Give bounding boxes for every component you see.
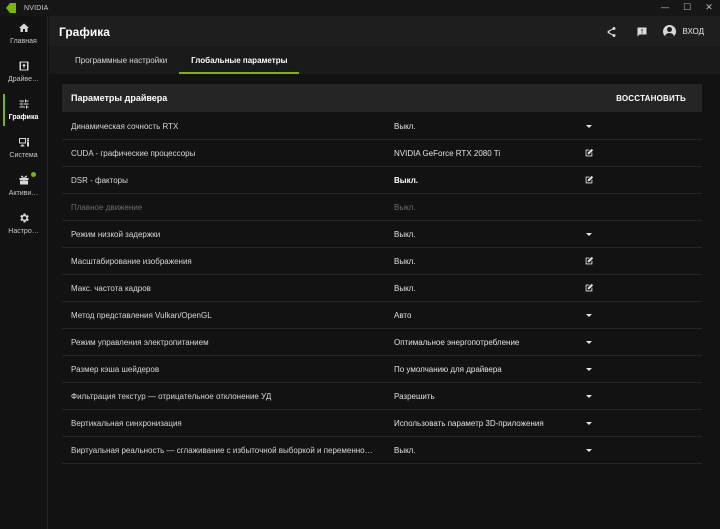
tab-program-settings[interactable]: Программные настройки: [63, 47, 179, 74]
settings-row[interactable]: Виртуальная реальность — сглаживание с и…: [62, 437, 702, 464]
setting-label: Вертикальная синхронизация: [71, 418, 182, 428]
sidebar-item-activities[interactable]: Активи…: [0, 168, 47, 205]
chevron-down-icon[interactable]: [582, 227, 596, 241]
gift-icon: [17, 173, 31, 187]
settings-row: Плавное движение Выкл.: [62, 194, 702, 221]
setting-value[interactable]: Разрешить: [394, 392, 435, 401]
title-bar: NVIDIA — ☐ ✕: [0, 0, 720, 16]
setting-label: DSR - факторы: [71, 175, 128, 185]
setting-value: Выкл.: [394, 202, 416, 212]
setting-value[interactable]: Оптимальное энергопотребление: [394, 338, 519, 347]
setting-value[interactable]: По умолчанию для драйвера: [394, 365, 502, 374]
setting-value[interactable]: Выкл.: [394, 284, 416, 293]
login-button[interactable]: ВХОД: [682, 27, 704, 36]
avatar[interactable]: [663, 25, 677, 38]
setting-label: Режим низкой задержки: [71, 229, 161, 239]
gear-icon: [17, 211, 31, 225]
driver-icon: [17, 59, 31, 73]
restore-button[interactable]: ВОССТАНОВИТЬ: [616, 84, 686, 112]
sidebar-item-system[interactable]: Система: [0, 130, 47, 167]
setting-value[interactable]: Авто: [394, 311, 411, 320]
setting-value[interactable]: Выкл.: [394, 446, 416, 455]
settings-row[interactable]: CUDA - графические процессоры NVIDIA GeF…: [62, 140, 702, 167]
settings-row[interactable]: DSR - факторы Выкл.: [62, 167, 702, 194]
window-controls: — ☐ ✕: [654, 0, 720, 16]
driver-settings-header: Параметры драйвера ВОССТАНОВИТЬ: [62, 84, 702, 112]
page-title: Графика: [59, 24, 110, 39]
settings-row[interactable]: Режим низкой задержки Выкл.: [62, 221, 702, 248]
settings-row[interactable]: Размер кэша шейдеров По умолчанию для др…: [62, 356, 702, 383]
maximize-button[interactable]: ☐: [676, 0, 698, 16]
header-actions: ВХОД: [587, 16, 704, 47]
main-content: Параметры драйвера ВОССТАНОВИТЬ Динамиче…: [49, 74, 720, 529]
sidebar-item-drivers[interactable]: Драйве…: [0, 54, 47, 91]
chevron-down-icon[interactable]: [582, 416, 596, 430]
sidebar-item-label: Система: [9, 152, 38, 159]
settings-row[interactable]: Масштабирование изображения Выкл.: [62, 248, 702, 275]
edit-icon[interactable]: [582, 281, 596, 295]
chevron-down-icon[interactable]: [582, 119, 596, 133]
sidebar-item-graphics[interactable]: Графика: [0, 92, 47, 129]
chevron-down-icon[interactable]: [582, 443, 596, 457]
share-icon[interactable]: [604, 25, 618, 39]
sidebar-item-label: Графика: [8, 114, 39, 121]
setting-label: Плавное движение: [71, 202, 143, 212]
sidebar-item-label: Активи…: [8, 190, 39, 197]
graphics-sliders-icon: [17, 97, 31, 111]
tab-global-settings[interactable]: Глобальные параметры: [179, 47, 300, 74]
settings-list: Динамическая сочность RTX Выкл. CUDA - г…: [62, 113, 702, 464]
setting-value[interactable]: Выкл.: [394, 176, 418, 185]
setting-value[interactable]: Выкл.: [394, 230, 416, 239]
setting-label: Фильтрация текстур — отрицательное откло…: [71, 391, 272, 401]
home-icon: [17, 21, 31, 35]
notification-badge: [31, 172, 36, 177]
setting-label: Размер кэша шейдеров: [71, 364, 160, 374]
app-title: NVIDIA: [24, 4, 49, 12]
settings-row[interactable]: Режим управления электропитанием Оптимал…: [62, 329, 702, 356]
chevron-down-icon[interactable]: [582, 362, 596, 376]
system-icon: [17, 135, 31, 149]
nvidia-logo-icon: [6, 3, 16, 13]
setting-label: Масштабирование изображения: [71, 256, 192, 266]
edit-icon[interactable]: [582, 146, 596, 160]
setting-value[interactable]: Использовать параметр 3D-приложения: [394, 419, 544, 428]
setting-label: Метод представления Vulkan/OpenGL: [71, 310, 212, 320]
close-button[interactable]: ✕: [698, 0, 720, 16]
setting-label: Динамическая сочность RTX: [71, 121, 179, 131]
panel-title: Параметры драйвера: [71, 93, 168, 103]
page-header: Графика ВХОД: [49, 16, 720, 47]
setting-value[interactable]: Выкл.: [394, 257, 416, 266]
setting-label: Режим управления электропитанием: [71, 337, 209, 347]
sidebar-item-home[interactable]: Главная: [0, 16, 47, 53]
settings-row[interactable]: Макс. частота кадров Выкл.: [62, 275, 702, 302]
sidebar-item-label: Главная: [10, 38, 37, 45]
minimize-button[interactable]: —: [654, 0, 676, 16]
sidebar-item-label: Драйве…: [8, 76, 39, 83]
settings-row[interactable]: Динамическая сочность RTX Выкл.: [62, 113, 702, 140]
edit-icon[interactable]: [582, 173, 596, 187]
settings-row[interactable]: Фильтрация текстур — отрицательное откло…: [62, 383, 702, 410]
setting-value[interactable]: NVIDIA GeForce RTX 2080 Ti: [394, 149, 500, 158]
setting-label: Виртуальная реальность — сглаживание с и…: [71, 445, 373, 455]
settings-row[interactable]: Метод представления Vulkan/OpenGL Авто: [62, 302, 702, 329]
settings-row[interactable]: Вертикальная синхронизация Использовать …: [62, 410, 702, 437]
edit-icon[interactable]: [582, 254, 596, 268]
setting-value[interactable]: Выкл.: [394, 122, 416, 131]
setting-label: Макс. частота кадров: [71, 283, 151, 293]
tab-bar: Программные настройки Глобальные парамет…: [49, 47, 720, 74]
setting-label: CUDA - графические процессоры: [71, 148, 196, 158]
chevron-down-icon[interactable]: [582, 389, 596, 403]
chevron-down-icon[interactable]: [582, 308, 596, 322]
sidebar: Главная Драйве… Графика Система Активи… …: [0, 16, 48, 529]
sidebar-item-label: Настро…: [8, 228, 39, 235]
feedback-icon[interactable]: [635, 25, 649, 39]
chevron-down-icon[interactable]: [582, 335, 596, 349]
sidebar-item-settings[interactable]: Настро…: [0, 206, 47, 243]
